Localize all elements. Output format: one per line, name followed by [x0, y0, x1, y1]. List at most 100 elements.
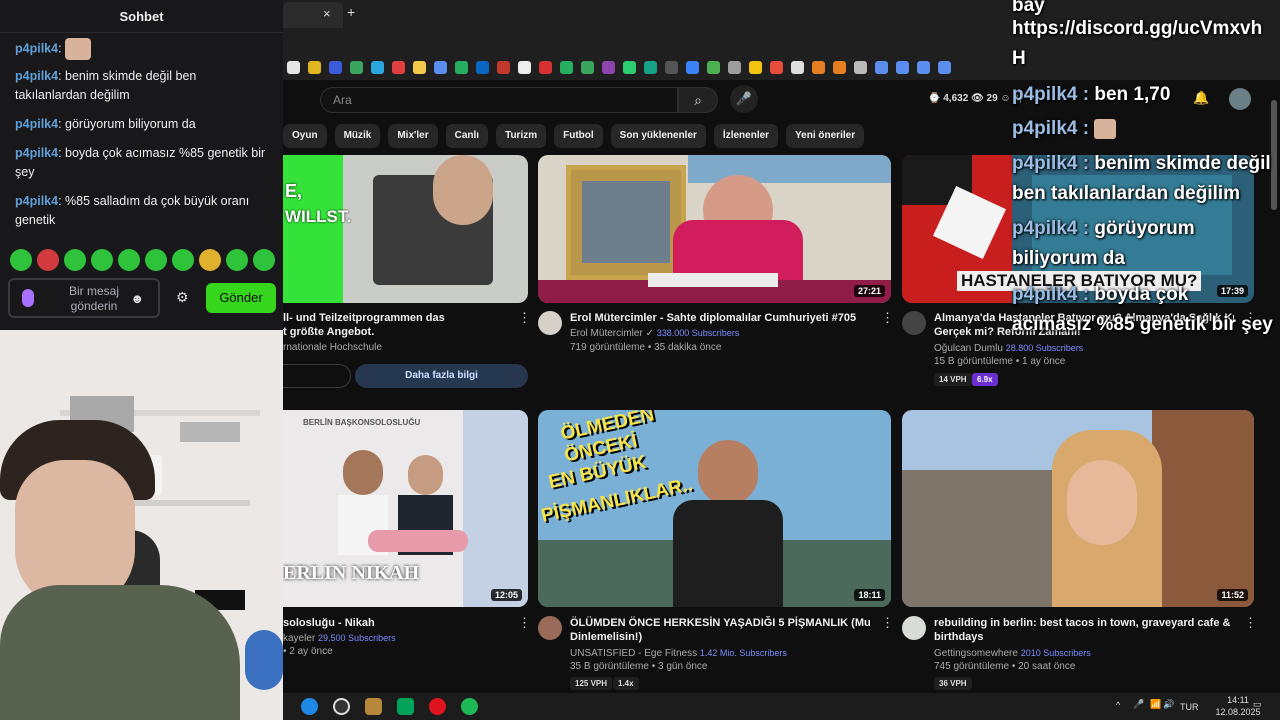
ad-cta-button[interactable]: Daha fazla bilgi	[355, 364, 528, 388]
emoji-picker-icon[interactable]: ☻	[130, 291, 144, 306]
video-title[interactable]: Erol Mütercimler - Sahte diplomalılar Cu…	[570, 311, 870, 325]
bookmark-icon[interactable]	[665, 60, 678, 74]
bookmark-icon[interactable]	[497, 60, 510, 74]
emote-icon[interactable]	[118, 249, 140, 271]
bookmark-icon[interactable]	[581, 60, 594, 74]
channel-name[interactable]: Erol Mütercimler	[570, 328, 643, 339]
bookmark-icon[interactable]	[644, 60, 657, 74]
more-options-icon[interactable]: ⋮	[881, 310, 894, 326]
emote-icon[interactable]	[226, 249, 248, 271]
channel-name[interactable]: Oğulcan Dumlu	[934, 343, 1003, 354]
emote-icon[interactable]	[145, 249, 167, 271]
channel-name[interactable]: Gettingsomewhere	[934, 648, 1018, 659]
video-channel[interactable]: Gettingsomewhere 2010 Subscribers	[934, 646, 1091, 661]
bookmark-icon[interactable]	[623, 60, 636, 74]
video-title[interactable]: Dinlemelisin!)	[570, 630, 870, 644]
emote-icon[interactable]	[253, 249, 275, 271]
audition-icon[interactable]	[397, 698, 414, 715]
chip-izlenenler[interactable]: İzlenenler	[713, 124, 779, 148]
more-options-icon[interactable]: ⋮	[518, 310, 531, 326]
video-channel[interactable]: kayeler 29.500 Subscribers	[283, 631, 396, 646]
bookmark-icon[interactable]	[602, 60, 615, 74]
bookmark-icon[interactable]	[560, 60, 573, 74]
volume-icon[interactable]: 🔊	[1163, 699, 1174, 710]
bookmark-icon[interactable]	[812, 60, 825, 74]
chat-message-input[interactable]: Bir mesaj gönderin ☻	[8, 278, 160, 318]
send-button[interactable]: Gönder	[206, 283, 276, 313]
bookmark-icon[interactable]	[833, 60, 846, 74]
video-title[interactable]: birthdays	[934, 630, 1234, 644]
video-thumbnail[interactable]: BERLİN BAŞKONSOLOSLUĞU ERLIN NIKAH 12:05	[283, 410, 528, 607]
video-title[interactable]: solosluğu - Nikah	[283, 616, 513, 630]
mic-icon[interactable]	[22, 289, 34, 307]
mic-tray-icon[interactable]: 🎤	[1133, 699, 1144, 710]
video-thumbnail[interactable]: 27:21	[538, 155, 891, 303]
bookmark-icon[interactable]	[287, 60, 300, 74]
channel-name[interactable]: kayeler	[283, 633, 315, 644]
chip-muzik[interactable]: Müzik	[334, 124, 381, 148]
bookmark-icon[interactable]	[455, 60, 468, 74]
edge-icon[interactable]	[301, 698, 318, 715]
video-title[interactable]: rebuilding in berlin: best tacos in town…	[934, 616, 1234, 630]
new-tab-button[interactable]: +	[347, 4, 355, 20]
search-input[interactable]: Ara	[320, 87, 678, 113]
wifi-icon[interactable]: 📶	[1150, 699, 1161, 710]
chip-turizm[interactable]: Turizm	[496, 124, 547, 148]
channel-avatar[interactable]	[902, 311, 926, 335]
spotify-icon[interactable]	[461, 698, 478, 715]
bookmark-icon[interactable]	[854, 60, 867, 74]
chat-username[interactable]: p4pilk4	[15, 117, 58, 131]
bookmark-icon[interactable]	[707, 60, 720, 74]
video-channel[interactable]: Erol Mütercimler ✓ 338.000 Subscribers	[570, 326, 739, 341]
bookmark-icon[interactable]	[539, 60, 552, 74]
browser-tab[interactable]: ×	[283, 2, 343, 28]
obs-icon[interactable]	[333, 698, 350, 715]
chip-canli[interactable]: Canlı	[445, 124, 489, 148]
chat-username[interactable]: p4pilk4	[15, 194, 58, 208]
tab-close-icon[interactable]: ×	[323, 6, 331, 21]
bookmark-icon[interactable]	[749, 60, 762, 74]
more-options-icon[interactable]: ⋮	[881, 615, 894, 631]
emote-icon[interactable]	[10, 249, 32, 271]
chat-username[interactable]: p4pilk4	[15, 69, 58, 83]
emote-icon[interactable]	[199, 249, 221, 271]
channel-name[interactable]: UNSATISFIED - Ege Fitness	[570, 648, 697, 659]
emote-icon[interactable]	[172, 249, 194, 271]
bookmark-icon[interactable]	[896, 60, 909, 74]
chip-oyun[interactable]: Oyun	[283, 124, 327, 148]
notification-center-icon[interactable]: ▭	[1253, 699, 1262, 710]
ad-secondary-button[interactable]	[283, 364, 351, 388]
bookmark-icon[interactable]	[476, 60, 489, 74]
bookmark-icon[interactable]	[938, 60, 951, 74]
winrar-icon[interactable]	[365, 698, 382, 715]
chat-username[interactable]: p4pilk4	[15, 41, 58, 55]
bookmark-icon[interactable]	[350, 60, 363, 74]
emote-icon[interactable]	[91, 249, 113, 271]
video-thumbnail[interactable]: 11:52	[902, 410, 1254, 607]
more-options-icon[interactable]: ⋮	[518, 615, 531, 631]
emote-icon[interactable]	[37, 249, 59, 271]
bookmark-icon[interactable]	[434, 60, 447, 74]
bookmark-icon[interactable]	[686, 60, 699, 74]
video-channel[interactable]: UNSATISFIED - Ege Fitness 1.42 Mio. Subs…	[570, 646, 787, 661]
bookmark-icon[interactable]	[728, 60, 741, 74]
video-title[interactable]: ÖLÜMDEN ÖNCE HERKESİN YAŞADIĞI 5 PİŞMANL…	[570, 616, 870, 630]
bookmark-icon[interactable]	[770, 60, 783, 74]
bookmark-icon[interactable]	[875, 60, 888, 74]
ad-title[interactable]: t größte Angebot.	[283, 325, 513, 339]
channel-avatar[interactable]	[902, 616, 926, 640]
bookmark-icon[interactable]	[392, 60, 405, 74]
chip-mixler[interactable]: Mix'ler	[388, 124, 438, 148]
chip-yeni-oneriler[interactable]: Yeni öneriler	[786, 124, 865, 148]
ad-thumbnail[interactable]: E, WILLST.	[283, 155, 528, 303]
language-indicator[interactable]: TUR	[1180, 702, 1199, 712]
search-button[interactable]: ⌕	[678, 87, 718, 113]
bookmark-icon[interactable]	[371, 60, 384, 74]
bookmark-icon[interactable]	[791, 60, 804, 74]
emote-icon[interactable]	[64, 249, 86, 271]
video-thumbnail[interactable]: ÖLMEDEN ÖNCEKİ EN BÜYÜK PİŞMANLIKLAR.. 1…	[538, 410, 891, 607]
bookmark-icon[interactable]	[329, 60, 342, 74]
chip-son-yuklenenler[interactable]: Son yüklenenler	[610, 124, 706, 148]
video-channel[interactable]: Oğulcan Dumlu 28.800 Subscribers	[934, 341, 1083, 356]
channel-avatar[interactable]	[538, 616, 562, 640]
